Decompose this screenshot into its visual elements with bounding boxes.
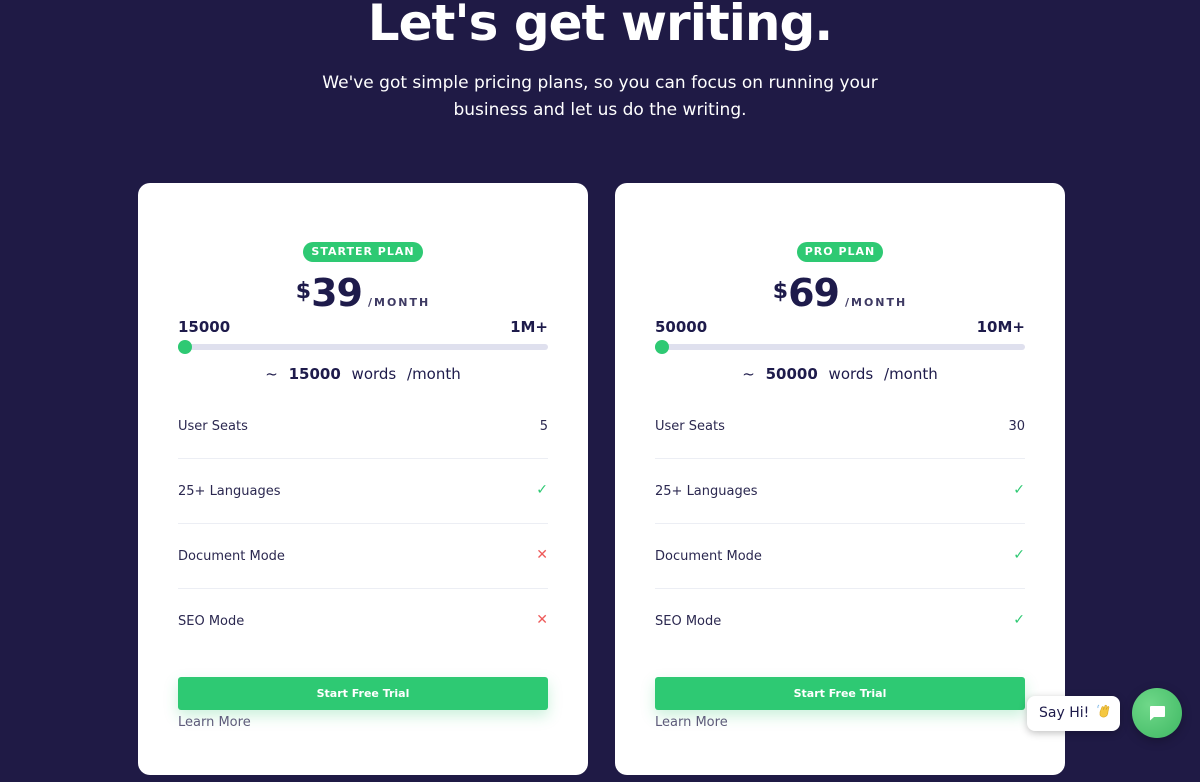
range-max-label: 10M+ (976, 318, 1025, 336)
price-currency: $ (295, 279, 312, 304)
feature-label: 25+ Languages (655, 484, 758, 499)
words-period: /month (884, 365, 938, 383)
word-range-labels: 50000 10M+ (655, 318, 1025, 338)
check-icon: ✓ (1013, 612, 1025, 628)
price-currency: $ (772, 279, 789, 304)
feature-label: Document Mode (178, 549, 285, 564)
feature-value: 30 (1008, 419, 1025, 434)
waving-hand-icon (1097, 704, 1109, 718)
page-title: Let's get writing. (367, 0, 834, 52)
words-per-month: ~ 15000 words /month (138, 365, 588, 383)
words-approx: ~ (742, 365, 755, 383)
price-amount: 69 (788, 271, 840, 315)
word-range-labels: 15000 1M+ (178, 318, 548, 338)
starter-plan-card: STARTER PLAN $39/MONTH 15000 1M+ ~ 15000… (138, 183, 588, 775)
word-slider[interactable] (655, 340, 1025, 354)
price-period: /MONTH (367, 296, 431, 309)
check-icon: ✓ (1013, 482, 1025, 498)
feature-label: SEO Mode (655, 614, 722, 629)
pro-plan-card: PRO PLAN $69/MONTH 50000 10M+ ~ 50000 wo… (615, 183, 1065, 775)
words-unit: words (828, 365, 874, 383)
range-min-label: 50000 (655, 318, 708, 336)
learn-more-link[interactable]: Learn More (178, 715, 251, 730)
feature-value: 5 (539, 419, 548, 434)
words-count: 50000 (765, 365, 818, 383)
slider-thumb[interactable] (655, 340, 669, 354)
feature-label: Document Mode (655, 549, 762, 564)
say-hi-label: Say Hi! (1039, 705, 1090, 721)
cross-icon: ✕ (536, 547, 548, 563)
chat-bubble-icon (1150, 706, 1165, 721)
page-subtitle: We've got simple pricing plans, so you c… (322, 73, 878, 120)
range-max-label: 1M+ (510, 318, 548, 336)
word-slider[interactable] (178, 340, 548, 354)
feature-row: 25+ Languages ✓ (655, 459, 1025, 524)
check-icon: ✓ (536, 482, 548, 498)
feature-label: User Seats (655, 419, 725, 434)
check-icon: ✓ (1013, 547, 1025, 563)
price-amount: 39 (311, 271, 363, 315)
feature-row: Document Mode ✓ (655, 524, 1025, 589)
feature-list: User Seats 5 25+ Languages ✓ Document Mo… (178, 394, 548, 654)
feature-list: User Seats 30 25+ Languages ✓ Document M… (655, 394, 1025, 654)
plan-badge: PRO PLAN (796, 242, 884, 262)
say-hi-bubble[interactable]: Say Hi! (1027, 696, 1120, 731)
words-count: 15000 (288, 365, 341, 383)
feature-label: User Seats (178, 419, 248, 434)
plan-badge: STARTER PLAN (303, 242, 423, 262)
learn-more-link[interactable]: Learn More (655, 715, 728, 730)
feature-label: SEO Mode (178, 614, 245, 629)
words-per-month: ~ 50000 words /month (615, 365, 1065, 383)
price-period: /MONTH (844, 296, 908, 309)
feature-label: 25+ Languages (178, 484, 281, 499)
plan-price: $69/MONTH (615, 271, 1065, 315)
feature-row: User Seats 5 (178, 394, 548, 459)
feature-row: User Seats 30 (655, 394, 1025, 459)
start-free-trial-button[interactable]: Start Free Trial (178, 677, 548, 710)
open-chat-button[interactable] (1132, 688, 1182, 738)
feature-row: Document Mode ✕ (178, 524, 548, 589)
words-unit: words (351, 365, 397, 383)
pricing-page: Let's get writing. We've got simple pric… (0, 0, 1200, 782)
range-min-label: 15000 (178, 318, 231, 336)
feature-row: SEO Mode ✕ (178, 589, 548, 654)
cross-icon: ✕ (536, 612, 548, 628)
words-approx: ~ (265, 365, 278, 383)
feature-row: SEO Mode ✓ (655, 589, 1025, 654)
plan-price: $39/MONTH (138, 271, 588, 315)
slider-thumb[interactable] (178, 340, 192, 354)
start-free-trial-button[interactable]: Start Free Trial (655, 677, 1025, 710)
feature-row: 25+ Languages ✓ (178, 459, 548, 524)
words-period: /month (407, 365, 461, 383)
